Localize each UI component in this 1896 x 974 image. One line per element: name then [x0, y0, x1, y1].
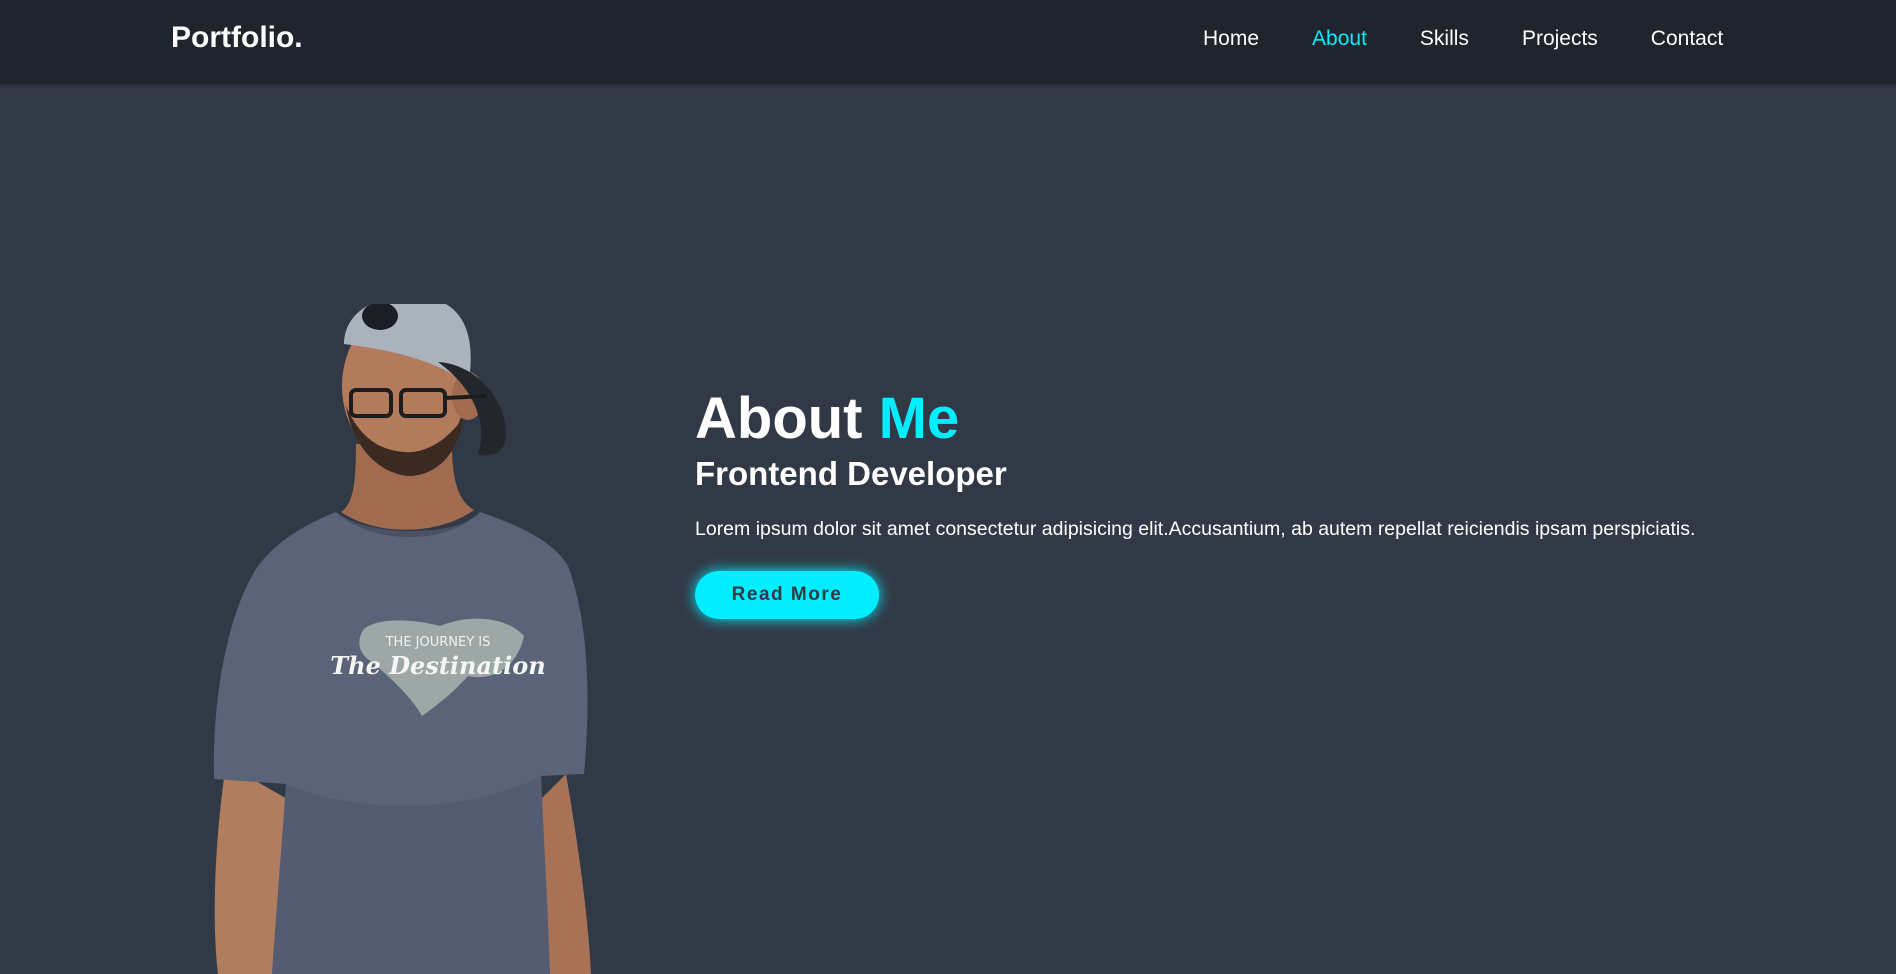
- glasses-arm: [444, 394, 487, 400]
- about-subtitle: Frontend Developer: [695, 454, 1007, 492]
- heading-accent: Me: [878, 386, 960, 451]
- about-heading: About Me: [695, 386, 1835, 451]
- about-content: About Me Frontend Developer Lorem ipsum …: [695, 386, 1835, 619]
- about-section: THE JOURNEY IS The Destination About Me …: [0, 84, 1896, 974]
- nav-home[interactable]: Home: [1203, 27, 1259, 51]
- shirt-text-top: THE JOURNEY IS: [385, 635, 491, 650]
- shirt-text-bottom: The Destination: [330, 651, 545, 680]
- nav-skills[interactable]: Skills: [1420, 27, 1469, 51]
- nav-about[interactable]: About: [1312, 27, 1367, 51]
- about-description: Lorem ipsum dolor sit amet consectetur a…: [695, 518, 1696, 541]
- logo[interactable]: Portfolio.: [171, 21, 303, 55]
- read-more-button[interactable]: Read More: [695, 570, 879, 619]
- heading-main: About: [695, 386, 863, 451]
- profile-portrait: THE JOURNEY IS The Destination: [213, 304, 591, 974]
- nav-contact[interactable]: Contact: [1651, 27, 1723, 51]
- site-header: Portfolio. Home About Skills Projects Co…: [0, 0, 1896, 84]
- main-nav: Home About Skills Projects Contact: [1203, 27, 1723, 51]
- nav-projects[interactable]: Projects: [1522, 27, 1598, 51]
- t-shirt-shade: [272, 776, 550, 974]
